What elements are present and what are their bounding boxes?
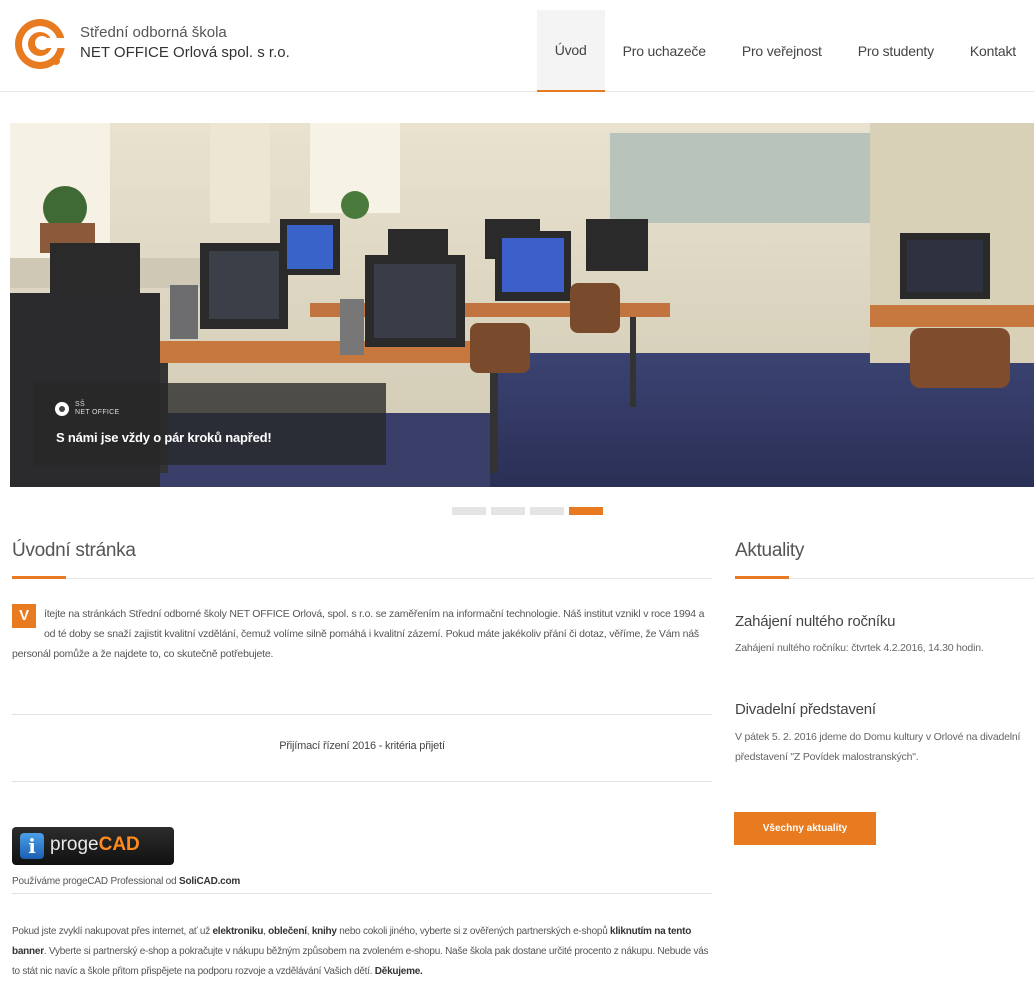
- intro-body: ítejte na stránkách Střední odborné škol…: [12, 608, 705, 660]
- thanks-text: Děkujeme.: [374, 966, 423, 977]
- progecad-icon: i: [20, 833, 44, 859]
- slider-dot-2[interactable]: [491, 507, 525, 515]
- intro-text: V ítejte na stránkách Střední odborné šk…: [12, 604, 712, 664]
- news-text-2: V pátek 5. 2. 2016 jdeme do Domu kultury…: [735, 731, 1021, 763]
- news-title-1[interactable]: Zahájení nultého ročníku: [735, 613, 896, 630]
- divider-1: [12, 714, 712, 715]
- clothing-link[interactable]: oblečení: [268, 926, 307, 937]
- slider-dot-4[interactable]: [569, 507, 603, 515]
- hero-slider[interactable]: SŠ NET OFFICE S námi jse vždy o pár kroků…: [10, 123, 1034, 487]
- caption-logo-icon: [55, 402, 69, 416]
- brand-line-2: NET OFFICE Orlová spol. s r.o.: [80, 44, 290, 61]
- slide-caption-text: S námi jse vždy o pár kroků napřed!: [56, 430, 272, 445]
- divider-3: [12, 893, 712, 894]
- electronics-link[interactable]: elektroniku: [213, 926, 264, 937]
- nav-pro-verejnost[interactable]: Pro veřejnost: [724, 10, 840, 92]
- caption-logo: SŠ NET OFFICE: [55, 401, 119, 417]
- dropcap: V: [12, 604, 36, 628]
- caption-logo-text: SŠ NET OFFICE: [75, 401, 120, 416]
- slide-caption: SŠ NET OFFICE S námi jse vždy o pár kroků…: [33, 383, 386, 465]
- sidebar-title-accent: [735, 576, 789, 579]
- slider-pagination: [452, 507, 603, 515]
- slider-dot-1[interactable]: [452, 507, 486, 515]
- all-news-button[interactable]: Všechny aktuality: [734, 812, 876, 845]
- solicad-link[interactable]: SoliCAD.com: [179, 876, 240, 887]
- eshop-paragraph: Pokud jste zvyklí nakupovat přes interne…: [12, 926, 709, 977]
- news-text-1: Zahájení nultého ročníku: čtvrtek 4.2.20…: [735, 642, 984, 654]
- progecad-note: Používáme progeCAD Professional od SoliC…: [12, 876, 241, 887]
- nav-kontakt[interactable]: Kontakt: [952, 10, 1034, 92]
- site-header: Střední odborná škola NET OFFICE Orlová …: [0, 0, 1034, 92]
- page-title: Úvodní stránka: [12, 540, 136, 561]
- title-accent: [12, 576, 66, 579]
- nav-uvod[interactable]: Úvod: [536, 10, 605, 92]
- news-title-2[interactable]: Divadelní představení: [735, 701, 876, 718]
- progecad-logo-text: progeCAD: [50, 834, 140, 855]
- main-nav: Úvod Pro uchazeče Pro veřejnost Pro stud…: [536, 10, 1034, 92]
- admission-criteria-link[interactable]: Přijímací řízení 2016 - kritéria přijetí: [12, 740, 712, 752]
- title-divider: [12, 578, 712, 579]
- books-link[interactable]: knihy: [312, 926, 337, 937]
- nav-pro-uchazece[interactable]: Pro uchazeče: [605, 10, 724, 92]
- nav-pro-studenty[interactable]: Pro studenty: [840, 10, 952, 92]
- sidebar-title: Aktuality: [735, 540, 805, 561]
- brand-line-1: Střední odborná škola: [80, 24, 227, 41]
- slider-dot-3[interactable]: [530, 507, 564, 515]
- progecad-banner[interactable]: i progeCAD: [12, 827, 174, 865]
- school-logo[interactable]: [12, 16, 72, 72]
- brand-name[interactable]: Střední odborná škola NET OFFICE Orlová …: [80, 24, 290, 64]
- divider-2: [12, 781, 712, 782]
